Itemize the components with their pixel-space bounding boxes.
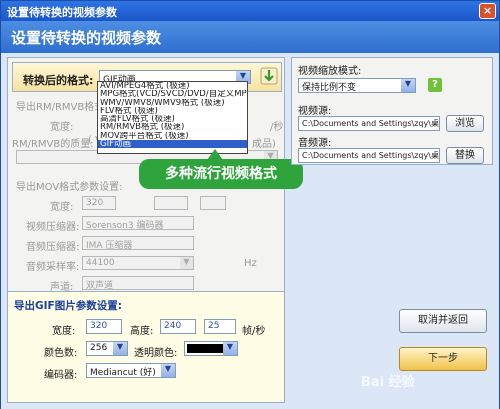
window-title: 设置待转换的视频参数 <box>7 6 117 19</box>
mov-video-codec-label: 视频压缩器: <box>26 222 80 233</box>
mov-sample-rate-value: 44100 <box>86 258 115 268</box>
mov-fps-input[interactable] <box>200 196 226 210</box>
format-option[interactable]: MPG格式(VCD/SVCD/DVD/自定义MPEG) <box>98 90 247 98</box>
watermark: Bai 经验 <box>361 375 415 390</box>
mov-sample-rate-label: 音频采样率: <box>26 262 80 273</box>
gif-fps-unit: 帧/秒 <box>242 326 266 337</box>
cancel-return-button[interactable]: 取消并返回 <box>399 309 487 333</box>
mov-audio-codec-value: IMA 压缩器 <box>86 241 133 250</box>
title-bar[interactable]: 设置待转换的视频参数 × <box>1 1 499 21</box>
gif-colors-select[interactable]: 256 ▼ <box>86 341 128 356</box>
next-button[interactable]: 下一步 <box>399 347 487 371</box>
gif-transparent-color-select[interactable]: ▼ <box>184 341 238 356</box>
mov-video-codec-value: Sorenson3 编码器 <box>86 221 164 230</box>
format-option[interactable]: FLV格式 (极速) <box>98 107 247 115</box>
scale-mode-select[interactable]: 保持比例不变 ▼ <box>298 78 416 93</box>
gif-encoder-select[interactable]: Mediancut (好) ▼ <box>86 363 176 378</box>
dialog-window: 设置待转换的视频参数 × 设置待转换的视频参数 转换后的格式: GIF动画 ▼ … <box>0 0 500 409</box>
replace-button[interactable]: 替换 <box>446 147 484 164</box>
chevron-down-icon[interactable]: ▼ <box>401 79 415 92</box>
gif-width-input[interactable]: 320 <box>86 319 122 334</box>
help-icon[interactable]: ? <box>428 78 442 92</box>
dialog-header: 设置待转换的视频参数 <box>1 21 499 53</box>
rm-quality-label: RM/RMVB的质量: <box>12 139 94 150</box>
callout-annotation: 多种流行视频格式 <box>139 159 303 189</box>
chevron-down-icon[interactable]: ▼ <box>161 364 175 377</box>
gif-panel: 导出GIF图片参数设置: 宽度: 320 高度: 240 25 帧/秒 颜色数:… <box>7 291 285 403</box>
format-label: 转换后的格式: <box>23 74 94 87</box>
rm-width-label: 宽度: <box>50 122 74 133</box>
gif-transparent-label: 透明颜色: <box>134 348 178 359</box>
hz-label: Hz <box>244 258 257 269</box>
mov-audio-codec-select[interactable]: IMA 压缩器 <box>82 236 194 250</box>
mov-channel-value: 双声道 <box>86 281 114 290</box>
browse-button[interactable]: 浏览 <box>446 115 484 132</box>
dialog-body: 转换后的格式: GIF动画 ▼ 导出RM/RMVB格式 宽度: /秒 RM/RM… <box>1 53 499 409</box>
format-dropdown-list[interactable]: AVI/MPEG4格式 (极速) MPG格式(VCD/SVCD/DVD/自定义M… <box>97 81 248 154</box>
gif-width-label: 宽度: <box>52 326 76 337</box>
audio-source-label: 音频源: <box>298 138 332 149</box>
chevron-down-icon[interactable]: ▼ <box>113 342 127 355</box>
mov-width-input[interactable]: 320 <box>82 196 116 210</box>
gif-section-title: 导出GIF图片参数设置: <box>14 300 122 312</box>
scale-mode-label: 视频缩放模式: <box>298 66 362 77</box>
gif-encoder-value: Mediancut (好) <box>90 368 156 378</box>
format-option-selected[interactable]: GIF动画 <box>98 140 247 149</box>
mov-audio-codec-label: 音频压缩器: <box>26 242 80 253</box>
gif-encoder-label: 编码器: <box>44 370 78 381</box>
gif-colors-label: 颜色数: <box>44 348 78 359</box>
rm-quality-tail: 成品) <box>252 139 276 150</box>
format-option[interactable]: MOV跨平台格式 (极速) <box>98 132 247 140</box>
mov-channel-select[interactable]: 双声道 <box>82 276 194 290</box>
mov-section-title: 导出MOV格式参数设置: <box>16 182 123 193</box>
rm-fps-suffix: /秒 <box>270 122 284 133</box>
close-button[interactable]: × <box>479 3 496 19</box>
chevron-down-icon[interactable]: ▼ <box>223 342 237 355</box>
format-option[interactable]: WMV/WMV8/WMV9格式 (极速) <box>98 99 247 107</box>
mov-sample-rate-select[interactable]: 44100 ▼ <box>82 256 194 270</box>
mov-width-label: 宽度: <box>50 202 74 213</box>
mov-video-codec-select[interactable]: Sorenson3 编码器 <box>82 216 194 230</box>
right-panel: 视频缩放模式: 保持比例不变 ▼ ? 视频源: C:\Documents and… <box>291 57 493 165</box>
video-source-label: 视频源: <box>298 106 332 117</box>
format-option[interactable]: AVI/MPEG4格式 (极速) <box>98 82 247 90</box>
gif-height-input[interactable]: 240 <box>160 319 196 334</box>
format-option[interactable]: 高清FLV格式 (极速) <box>98 115 247 123</box>
color-swatch <box>187 344 225 353</box>
gif-height-label: 高度: <box>130 326 154 337</box>
video-source-input[interactable]: C:\Documents and Settings\zqy\桌 <box>298 116 440 131</box>
audio-source-input[interactable]: C:\Documents and Settings\zqy\桌 <box>298 148 440 163</box>
download-icon[interactable] <box>259 66 279 86</box>
chevron-down-icon[interactable]: ▼ <box>180 257 193 269</box>
gif-fps-input[interactable]: 25 <box>204 319 236 334</box>
scale-mode-value: 保持比例不变 <box>302 83 357 93</box>
rm-section-title: 导出RM/RMVB格式 <box>16 102 105 113</box>
gif-colors-value: 256 <box>90 343 108 353</box>
mov-height-input[interactable] <box>154 196 188 210</box>
format-option[interactable]: RM/RMVB格式 (极速) <box>98 123 247 131</box>
page-title: 设置待转换的视频参数 <box>11 29 162 47</box>
